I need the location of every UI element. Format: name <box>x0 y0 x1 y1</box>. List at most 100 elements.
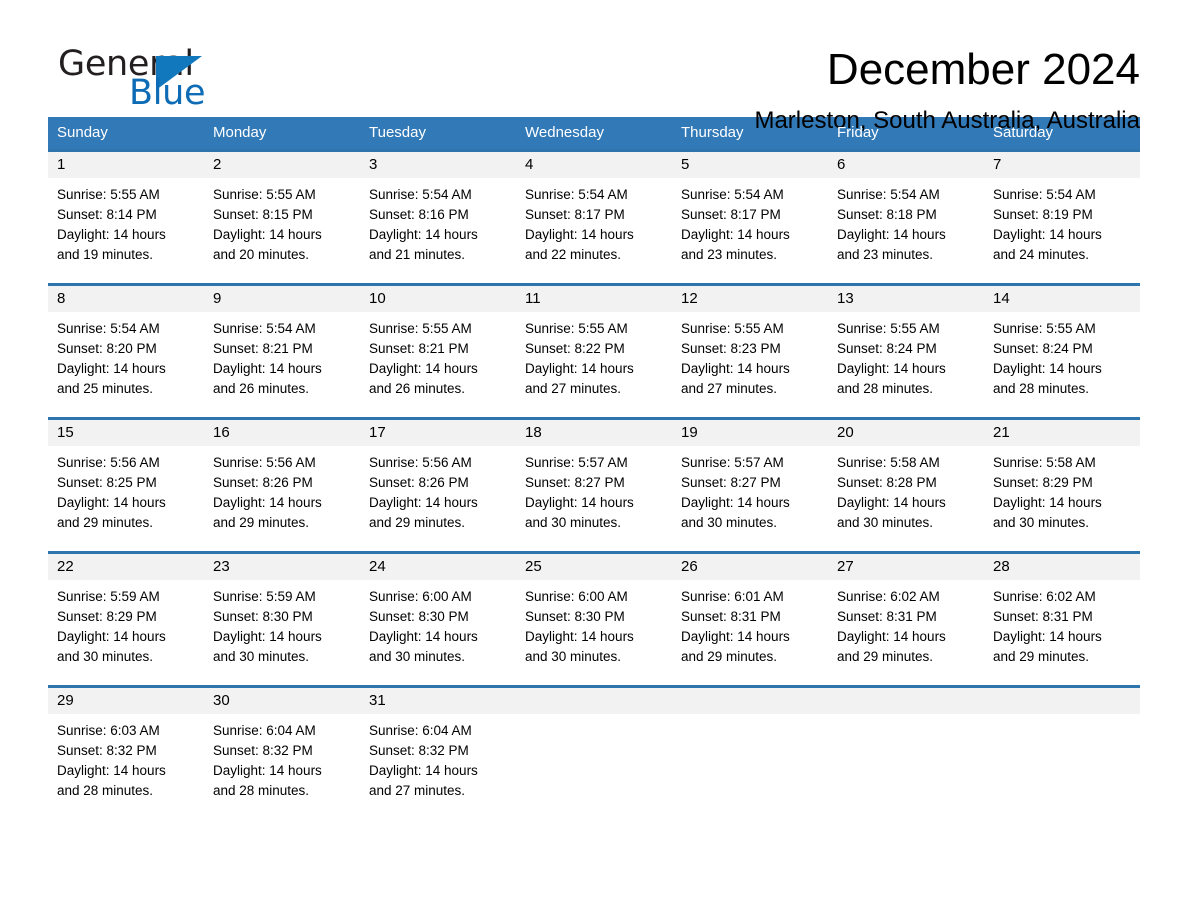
day-cell-8[interactable]: 8 Sunrise: 5:54 AM Sunset: 8:20 PM Daylight… <box>48 286 204 417</box>
day-cell-27[interactable]: 27 Sunrise: 6:02 AM Sunset: 8:31 PM Dayligh… <box>828 554 984 685</box>
day-cell-17[interactable]: 17 Sunrise: 5:56 AM Sunset: 8:26 PM Dayligh… <box>360 420 516 551</box>
daylight-text-line2: and 28 minutes. <box>213 783 310 798</box>
sunset-text: Sunset: 8:26 PM <box>213 475 313 490</box>
day-info: Sunrise: 6:03 AM Sunset: 8:32 PM Daylight:… <box>48 714 204 801</box>
day-cell-5[interactable]: 5 Sunrise: 5:54 AM Sunset: 8:17 PM Daylight… <box>672 152 828 283</box>
calendar-page: General Blue December 2024 Marleston, So… <box>0 0 1188 918</box>
day-number-band: 15 <box>48 420 204 446</box>
sunset-text: Sunset: 8:20 PM <box>57 341 157 356</box>
day-cell-9[interactable]: 9 Sunrise: 5:54 AM Sunset: 8:21 PM Daylight… <box>204 286 360 417</box>
sunset-text: Sunset: 8:17 PM <box>525 207 625 222</box>
day-number-band: 22 <box>48 554 204 580</box>
day-cell-10[interactable]: 10 Sunrise: 5:55 AM Sunset: 8:21 PM Dayligh… <box>360 286 516 417</box>
daylight-text-line1: Daylight: 14 hours <box>369 361 478 376</box>
day-cell-4[interactable]: 4 Sunrise: 5:54 AM Sunset: 8:17 PM Daylight… <box>516 152 672 283</box>
sunset-text: Sunset: 8:21 PM <box>369 341 469 356</box>
day-cell-30[interactable]: 30 Sunrise: 6:04 AM Sunset: 8:32 PM Dayligh… <box>204 688 360 811</box>
daylight-text-line1: Daylight: 14 hours <box>369 227 478 242</box>
sunrise-text: Sunrise: 5:58 AM <box>837 455 940 470</box>
day-info: Sunrise: 5:57 AM Sunset: 8:27 PM Daylight:… <box>672 446 828 533</box>
calendar-week-row: 22 Sunrise: 5:59 AM Sunset: 8:29 PM Dayligh… <box>48 551 1140 685</box>
day-number: 19 <box>681 424 698 441</box>
daylight-text-line1: Daylight: 14 hours <box>681 361 790 376</box>
day-number-band: 16 <box>204 420 360 446</box>
day-cell-6[interactable]: 6 Sunrise: 5:54 AM Sunset: 8:18 PM Daylight… <box>828 152 984 283</box>
daylight-text-line1: Daylight: 14 hours <box>993 629 1102 644</box>
day-number: 2 <box>213 156 222 173</box>
day-cell-21[interactable]: 21 Sunrise: 5:58 AM Sunset: 8:29 PM Dayligh… <box>984 420 1140 551</box>
day-info: Sunrise: 5:54 AM Sunset: 8:17 PM Daylight:… <box>672 178 828 265</box>
day-cell-25[interactable]: 25 Sunrise: 6:00 AM Sunset: 8:30 PM Dayligh… <box>516 554 672 685</box>
daylight-text-line2: and 21 minutes. <box>369 247 466 262</box>
day-number-band: 25 <box>516 554 672 580</box>
day-cell-23[interactable]: 23 Sunrise: 5:59 AM Sunset: 8:30 PM Dayligh… <box>204 554 360 685</box>
daylight-text-line2: and 30 minutes. <box>837 515 934 530</box>
day-cell-31[interactable]: 31 Sunrise: 6:04 AM Sunset: 8:32 PM Dayligh… <box>360 688 516 811</box>
day-info: Sunrise: 5:55 AM Sunset: 8:21 PM Daylight:… <box>360 312 516 399</box>
day-info: Sunrise: 5:54 AM Sunset: 8:20 PM Daylight:… <box>48 312 204 399</box>
day-info: Sunrise: 5:56 AM Sunset: 8:26 PM Daylight:… <box>360 446 516 533</box>
sunset-text: Sunset: 8:14 PM <box>57 207 157 222</box>
day-cell-26[interactable]: 26 Sunrise: 6:01 AM Sunset: 8:31 PM Dayligh… <box>672 554 828 685</box>
sunset-text: Sunset: 8:24 PM <box>837 341 937 356</box>
day-cell-22[interactable]: 22 Sunrise: 5:59 AM Sunset: 8:29 PM Dayligh… <box>48 554 204 685</box>
sunrise-text: Sunrise: 5:57 AM <box>681 455 784 470</box>
daylight-text-line2: and 30 minutes. <box>57 649 154 664</box>
day-cell-3[interactable]: 3 Sunrise: 5:54 AM Sunset: 8:16 PM Daylight… <box>360 152 516 283</box>
sunrise-text: Sunrise: 5:55 AM <box>837 321 940 336</box>
day-number-band: 2 <box>204 152 360 178</box>
day-cell-29[interactable]: 29 Sunrise: 6:03 AM Sunset: 8:32 PM Dayligh… <box>48 688 204 811</box>
day-info: Sunrise: 6:04 AM Sunset: 8:32 PM Daylight:… <box>360 714 516 801</box>
sunset-text: Sunset: 8:29 PM <box>993 475 1093 490</box>
daylight-text-line1: Daylight: 14 hours <box>213 227 322 242</box>
day-cell-15[interactable]: 15 Sunrise: 5:56 AM Sunset: 8:25 PM Dayligh… <box>48 420 204 551</box>
day-info: Sunrise: 5:55 AM Sunset: 8:15 PM Daylight:… <box>204 178 360 265</box>
sunrise-text: Sunrise: 5:55 AM <box>369 321 472 336</box>
day-number-band: 27 <box>828 554 984 580</box>
day-number: 20 <box>837 424 854 441</box>
day-cell-18[interactable]: 18 Sunrise: 5:57 AM Sunset: 8:27 PM Dayligh… <box>516 420 672 551</box>
day-cell-7[interactable]: 7 Sunrise: 5:54 AM Sunset: 8:19 PM Daylight… <box>984 152 1140 283</box>
day-number: 25 <box>525 558 542 575</box>
day-cell-13[interactable]: 13 Sunrise: 5:55 AM Sunset: 8:24 PM Dayligh… <box>828 286 984 417</box>
calendar-grid: Sunday Monday Tuesday Wednesday Thursday Frid… <box>48 117 1140 811</box>
calendar-weeks: 1 Sunrise: 5:55 AM Sunset: 8:14 PM Daylight… <box>48 149 1140 811</box>
day-cell-2[interactable]: 2 Sunrise: 5:55 AM Sunset: 8:15 PM Daylight… <box>204 152 360 283</box>
weekday-header-friday: Friday <box>837 124 879 141</box>
day-cell-12[interactable]: 12 Sunrise: 5:55 AM Sunset: 8:23 PM Dayligh… <box>672 286 828 417</box>
sunset-text: Sunset: 8:27 PM <box>681 475 781 490</box>
day-number-band: 8 <box>48 286 204 312</box>
day-cell-20[interactable]: 20 Sunrise: 5:58 AM Sunset: 8:28 PM Dayligh… <box>828 420 984 551</box>
daylight-text-line1: Daylight: 14 hours <box>681 227 790 242</box>
page-header: General Blue December 2024 Marleston, So… <box>48 0 1140 134</box>
day-cell-11[interactable]: 11 Sunrise: 5:55 AM Sunset: 8:22 PM Dayligh… <box>516 286 672 417</box>
generalblue-logo[interactable]: General Blue <box>48 44 238 120</box>
sunrise-text: Sunrise: 5:59 AM <box>57 589 160 604</box>
day-cell-14[interactable]: 14 Sunrise: 5:55 AM Sunset: 8:24 PM Dayligh… <box>984 286 1140 417</box>
sunset-text: Sunset: 8:22 PM <box>525 341 625 356</box>
sunrise-text: Sunrise: 5:54 AM <box>369 187 472 202</box>
day-number: 28 <box>993 558 1010 575</box>
page-title: December 2024 <box>826 45 1140 94</box>
sunrise-text: Sunrise: 6:02 AM <box>837 589 940 604</box>
day-number-band: 17 <box>360 420 516 446</box>
day-cell-19[interactable]: 19 Sunrise: 5:57 AM Sunset: 8:27 PM Dayligh… <box>672 420 828 551</box>
sunrise-text: Sunrise: 5:54 AM <box>681 187 784 202</box>
daylight-text-line2: and 27 minutes. <box>369 783 466 798</box>
daylight-text-line1: Daylight: 14 hours <box>213 763 322 778</box>
day-cell-24[interactable]: 24 Sunrise: 6:00 AM Sunset: 8:30 PM Dayligh… <box>360 554 516 685</box>
daylight-text-line2: and 23 minutes. <box>681 247 778 262</box>
day-info: Sunrise: 5:58 AM Sunset: 8:29 PM Daylight:… <box>984 446 1140 533</box>
sunrise-text: Sunrise: 6:04 AM <box>213 723 316 738</box>
day-number: 17 <box>369 424 386 441</box>
day-info: Sunrise: 5:55 AM Sunset: 8:24 PM Daylight:… <box>984 312 1140 399</box>
sunrise-text: Sunrise: 6:04 AM <box>369 723 472 738</box>
day-cell-16[interactable]: 16 Sunrise: 5:56 AM Sunset: 8:26 PM Dayligh… <box>204 420 360 551</box>
day-cell-28[interactable]: 28 Sunrise: 6:02 AM Sunset: 8:31 PM Dayligh… <box>984 554 1140 685</box>
daylight-text-line1: Daylight: 14 hours <box>837 361 946 376</box>
daylight-text-line2: and 28 minutes. <box>837 381 934 396</box>
sunset-text: Sunset: 8:21 PM <box>213 341 313 356</box>
day-cell-1[interactable]: 1 Sunrise: 5:55 AM Sunset: 8:14 PM Daylight… <box>48 152 204 283</box>
sunrise-text: Sunrise: 6:00 AM <box>369 589 472 604</box>
daylight-text-line1: Daylight: 14 hours <box>57 227 166 242</box>
